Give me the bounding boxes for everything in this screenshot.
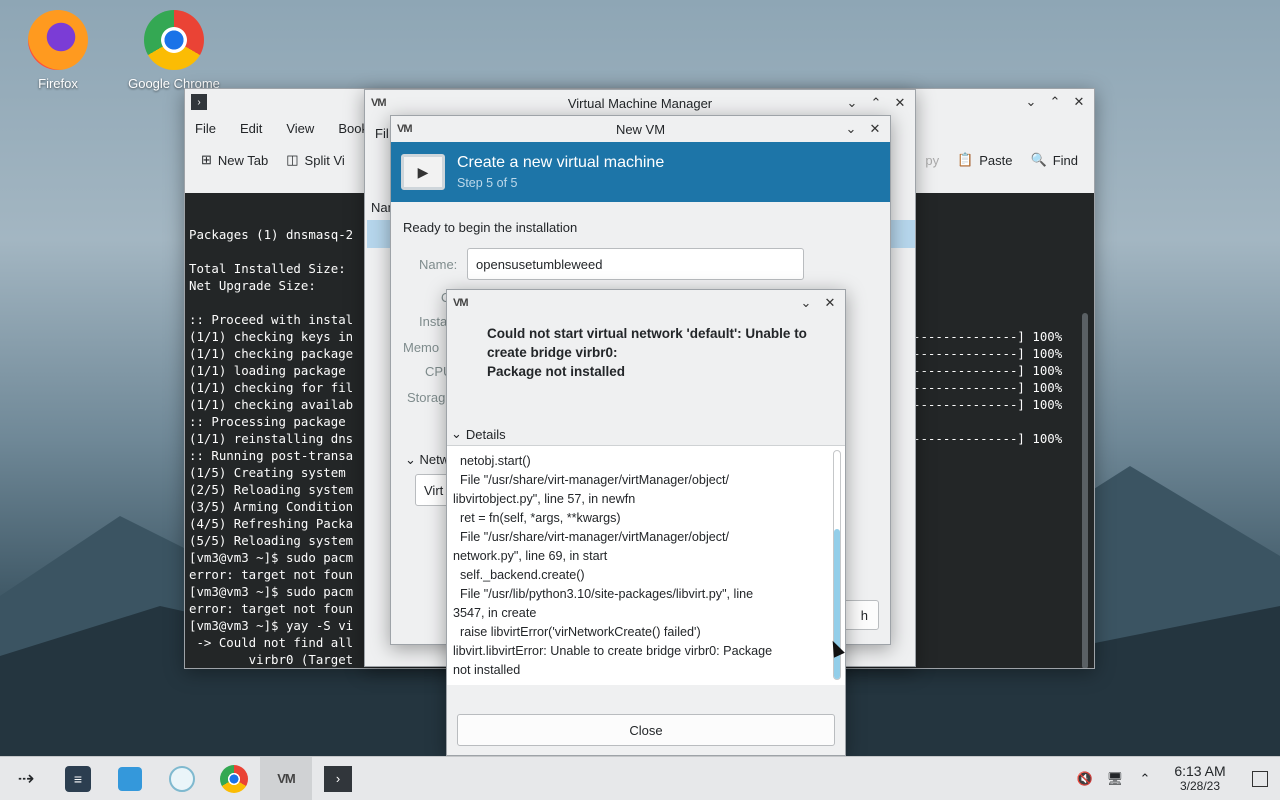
terminal-text-right: --------------] 100% --------------] 100… [913,329,1063,446]
storage-label-partial: Storag [407,390,446,405]
maximize-icon[interactable]: ⌃ [1046,93,1064,111]
store-icon [118,766,142,791]
vmm-title: Virtual Machine Manager [567,95,713,111]
taskbar-settings[interactable]: ≡ [52,757,104,800]
desktop-icon-chrome[interactable]: Google Chrome [124,10,224,91]
menu-view[interactable]: View [286,121,314,136]
maximize-icon[interactable]: ⌃ [867,94,885,112]
minimize-icon[interactable]: ⌄ [842,120,860,138]
launcher-icon: ⇢ [17,768,35,790]
banner-step: Step 5 of 5 [457,176,518,190]
terminal-text-left: Packages (1) dnsmasq-2 Total Installed S… [189,227,354,667]
new-vm-titlebar[interactable]: VM New VM ⌄ ✕ [391,116,890,142]
firefox-icon [28,10,88,70]
chrome-icon [220,764,248,793]
error-dialog-titlebar[interactable]: VM ⌄ ✕ [447,290,845,316]
settings-icon: ≡ [65,765,91,792]
vmm-titlebar[interactable]: VM Virtual Machine Manager ⌄ ⌃ ✕ [365,90,915,116]
vmm-logo-icon: VM [277,771,295,786]
details-textview[interactable]: netobj.start() File "/usr/share/virt-man… [447,445,845,685]
close-button[interactable]: Close [457,714,835,746]
new-tab-button[interactable]: ⊞ New Tab [201,152,268,168]
paste-button[interactable]: 📋 Paste [957,152,1012,168]
terminal-scrollbar[interactable] [1082,313,1088,668]
vmm-logo-icon: VM [371,97,386,109]
name-label: Name: [419,256,458,272]
close-icon[interactable]: ✕ [1070,93,1088,111]
copy-button[interactable]: py [925,153,939,168]
clock[interactable]: 6:13 AM 3/28/23 [1160,762,1240,794]
minimize-icon[interactable]: ⌄ [1022,93,1040,111]
vmm-logo-icon: VM [453,297,468,309]
taskbar-store[interactable] [104,757,156,800]
paste-icon: 📋 [957,152,974,167]
minimize-icon[interactable]: ⌄ [797,294,815,312]
ready-label: Ready to begin the installation [403,220,578,235]
chrome-icon [144,10,204,70]
vmm-menu-file[interactable]: Fil [375,126,389,141]
chevron-down-icon: ⌄ [405,452,416,467]
new-tab-icon: ⊞ [201,152,212,167]
new-vm-monitor-icon: ▶ [401,154,445,190]
clock-time: 6:13 AM [1174,762,1226,779]
vmm-logo-icon: VM [397,123,412,135]
plasma-icon [169,765,195,792]
desktop-icon-firefox[interactable]: Firefox [8,10,108,91]
menu-edit[interactable]: Edit [240,121,262,136]
menu-file[interactable]: File [195,121,216,136]
clock-date: 3/28/23 [1179,778,1221,793]
app-launcher-button[interactable]: ⇢ [0,757,52,800]
error-message: Could not start virtual network 'default… [487,326,807,379]
terminal-icon: › [324,765,352,792]
split-view-button[interactable]: ◫ Split Vi [286,152,345,168]
install-label-partial: Insta [419,314,448,329]
error-dialog[interactable]: VM ⌄ ✕ Could not start virtual network '… [446,289,846,756]
search-icon: 🔍 [1030,152,1047,167]
network-icon[interactable]: 🖥 [1100,771,1130,787]
memory-label-partial: Memo [403,340,440,355]
find-button[interactable]: 🔍 Find [1031,152,1078,168]
taskbar-chrome[interactable] [208,757,260,800]
desktop-icon-label: Firefox [38,76,78,91]
new-vm-title: New VM [615,121,666,137]
new-vm-banner: ▶ Create a new virtual machine Step 5 of… [391,142,890,202]
minimize-icon[interactable]: ⌄ [843,94,861,112]
taskbar-terminal[interactable]: › [312,757,364,800]
taskbar: ⇢ ≡ VM › 🔇 🖥 ⌃ 6:13 AM 3/28/23 [0,756,1280,800]
mute-icon[interactable]: 🔇 [1070,771,1100,787]
chevron-up-icon[interactable]: ⌃ [1130,771,1160,787]
name-input[interactable]: opensusetumbleweed [467,248,804,280]
details-text: netobj.start() File "/usr/share/virt-man… [453,454,773,677]
taskbar-plasma[interactable] [156,757,208,800]
close-icon[interactable]: ✕ [866,120,884,138]
terminal-app-icon: › [191,94,207,110]
banner-title: Create a new virtual machine [457,154,665,171]
close-icon[interactable]: ✕ [891,94,909,112]
show-desktop-icon[interactable] [1240,770,1280,787]
chevron-down-icon: ⌄ [451,426,462,441]
details-expander[interactable]: ⌄ Details [451,426,506,442]
split-view-icon: ◫ [286,152,299,167]
network-expander[interactable]: ⌄ Netw [405,452,449,468]
taskbar-virt-manager[interactable]: VM [260,756,312,800]
close-icon[interactable]: ✕ [821,294,839,312]
